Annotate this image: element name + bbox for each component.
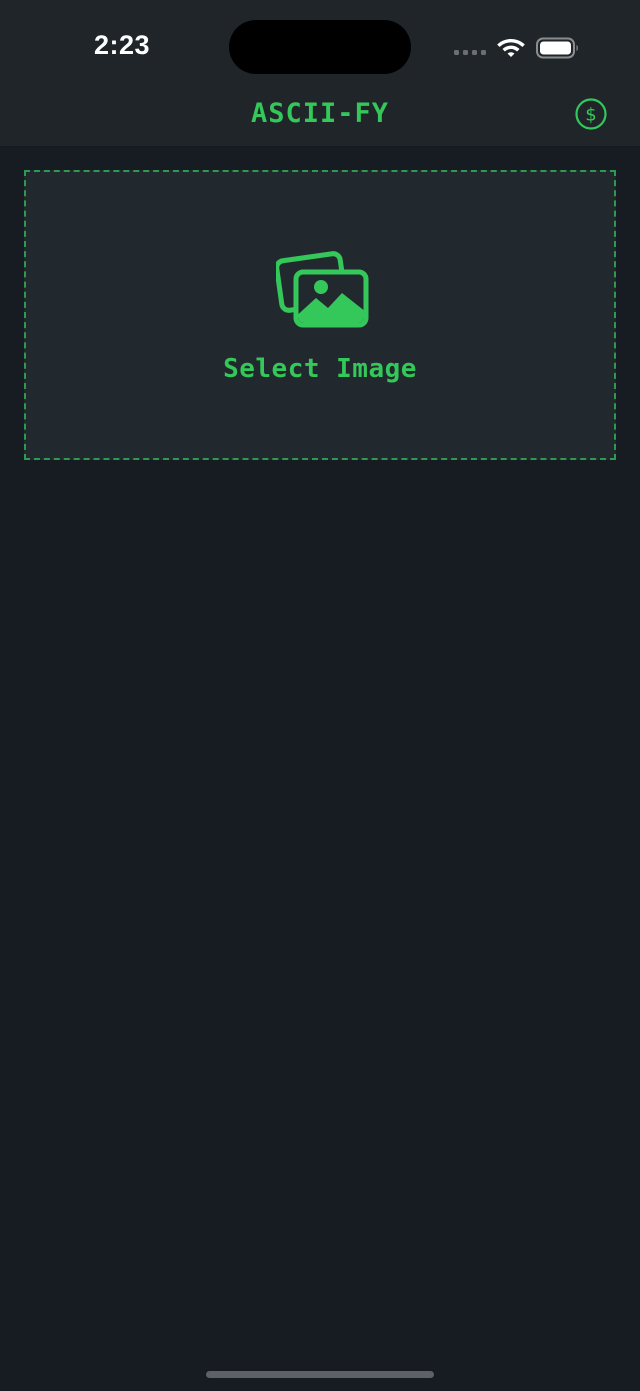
- svg-text:$: $: [585, 105, 596, 126]
- status-bar: 2:23: [0, 0, 640, 86]
- navigation-bar: ASCII-FY $: [0, 86, 640, 147]
- dynamic-island: [229, 20, 411, 74]
- select-image-button[interactable]: Select Image: [24, 170, 616, 460]
- select-image-label: Select Image: [223, 354, 417, 384]
- app-title: ASCII-FY: [250, 98, 390, 129]
- cellular-signal-icon: [454, 50, 486, 55]
- home-indicator[interactable]: [206, 1371, 434, 1378]
- photo-stack-icon: [276, 251, 369, 328]
- wifi-icon: [497, 39, 525, 57]
- status-time: 2:23: [94, 30, 151, 60]
- dollar-circle-icon[interactable]: $: [575, 98, 607, 130]
- battery-icon: [536, 37, 578, 59]
